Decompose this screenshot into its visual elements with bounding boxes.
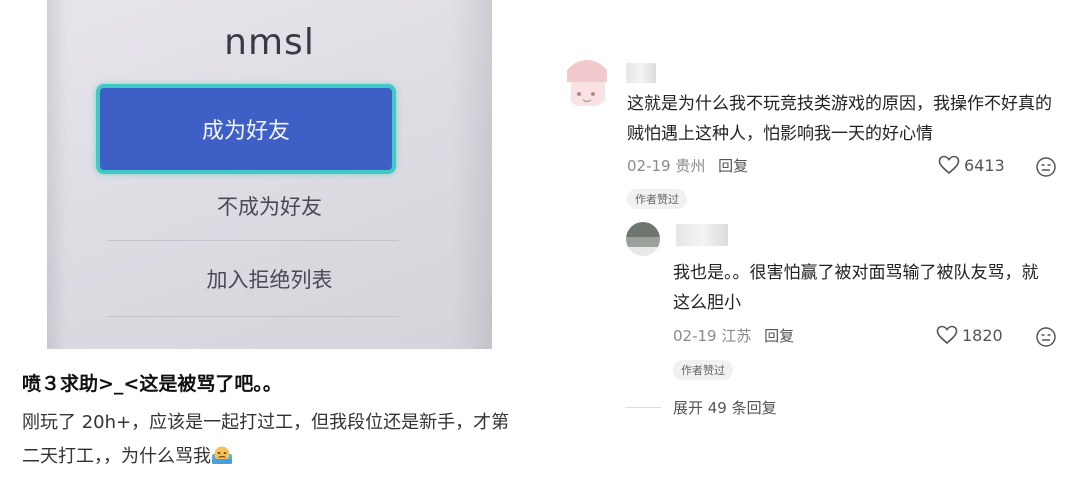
like-count: 6413 bbox=[964, 155, 1005, 175]
comment-date: 02-19 bbox=[673, 327, 717, 345]
comment-date: 02-19 bbox=[627, 157, 671, 175]
avatar-image bbox=[563, 60, 611, 108]
expand-replies[interactable]: 展开 49 条回复 bbox=[625, 397, 777, 418]
post-body: 刚玩了 20h+，应该是一起打过工，但我段位还是新手，才第二天打工，，为什么骂我 bbox=[22, 406, 522, 474]
decline-friend-button: 不成为好友 bbox=[217, 195, 322, 219]
avatar[interactable] bbox=[626, 222, 660, 256]
comment-text: 我也是。。很害怕赢了被对面骂输了被队友骂，就这么胆小 bbox=[673, 263, 1039, 313]
react-emoji-button[interactable] bbox=[1035, 326, 1057, 352]
react-emoji-button[interactable] bbox=[1035, 156, 1057, 182]
author-liked-badge: 作者赞过 bbox=[627, 189, 687, 209]
add-friend-button: 成为好友 bbox=[96, 84, 396, 174]
block-list-button: 加入拒绝列表 bbox=[206, 268, 333, 292]
heart-icon bbox=[936, 325, 958, 345]
more-emoji-icon bbox=[1036, 157, 1056, 177]
comment-meta: 02-19 江苏 回复 bbox=[673, 325, 794, 346]
post-image[interactable]: nmsl 成为好友 不成为好友 加入拒绝列表 bbox=[47, 0, 492, 349]
comment-text: 这就是为什么我不玩竞技类游戏的原因，我操作不好真的贼怕遇上这种人，怕影响我一天的… bbox=[627, 94, 1052, 144]
dialog-divider bbox=[107, 240, 399, 241]
comment-location: 江苏 bbox=[721, 327, 752, 345]
like-button[interactable]: 6413 bbox=[938, 155, 1005, 175]
post-title: 喷３求助>_<这是被骂了吧。。 bbox=[22, 373, 282, 395]
comment-location: 贵州 bbox=[675, 157, 706, 175]
dialog-message: nmsl bbox=[224, 22, 315, 63]
reply-button[interactable]: 回复 bbox=[718, 157, 748, 175]
post-body-text: 刚玩了 20h+，应该是一起打过工，但我段位还是新手，才第二天打工，，为什么骂我 bbox=[22, 412, 510, 467]
more-emoji-icon bbox=[1036, 327, 1056, 347]
author-liked-badge: 作者赞过 bbox=[673, 360, 733, 380]
avatar[interactable] bbox=[563, 60, 611, 108]
heart-icon bbox=[938, 155, 960, 175]
username-redacted[interactable] bbox=[626, 63, 656, 83]
username-redacted[interactable] bbox=[676, 224, 728, 246]
dialog-divider bbox=[107, 316, 399, 317]
like-count: 1820 bbox=[962, 325, 1003, 345]
crying-emoji-icon bbox=[212, 446, 232, 464]
reply-button[interactable]: 回复 bbox=[764, 327, 794, 345]
comment-meta: 02-19 贵州 回复 bbox=[627, 155, 748, 176]
like-button[interactable]: 1820 bbox=[936, 325, 1003, 345]
expand-replies-label: 展开 49 条回复 bbox=[673, 399, 777, 417]
expand-divider bbox=[625, 407, 661, 408]
avatar-image bbox=[626, 222, 660, 256]
